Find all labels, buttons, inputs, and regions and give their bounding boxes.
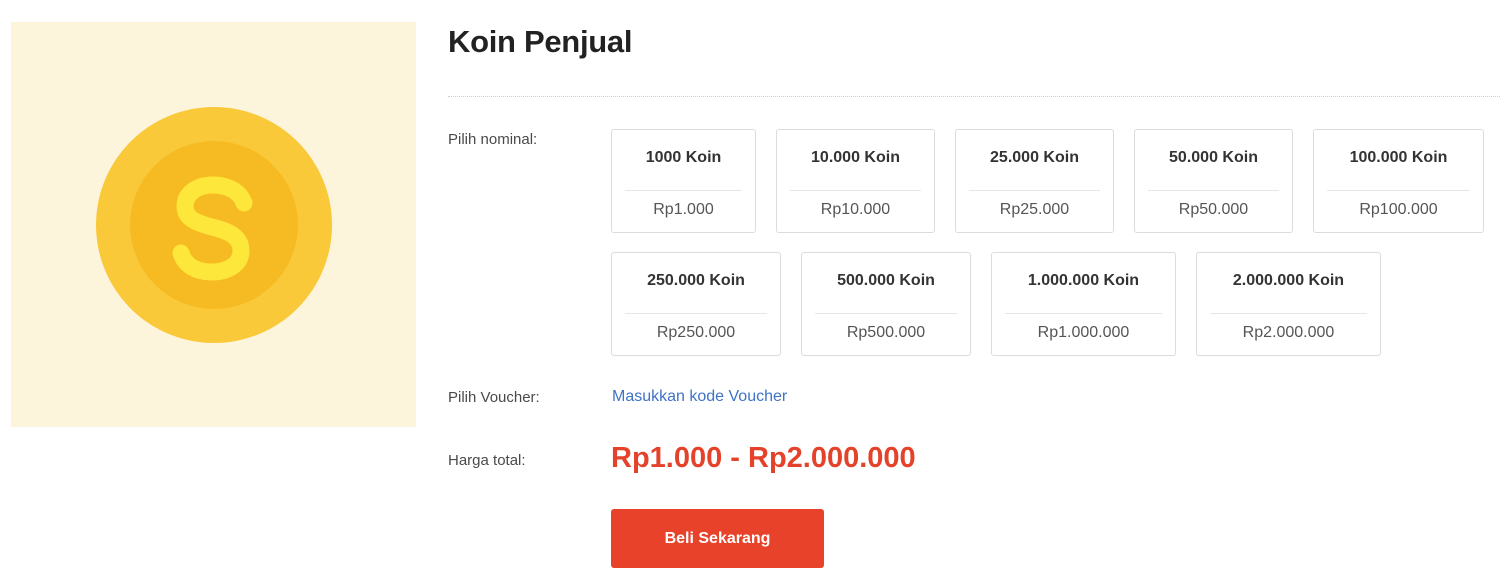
product-image: [11, 22, 416, 427]
coin-s-icon: [96, 107, 332, 343]
total-label: Harga total:: [448, 452, 526, 469]
option-divider: [815, 313, 957, 314]
nominal-option-500000[interactable]: 500.000 Koin Rp500.000: [801, 252, 971, 356]
voucher-code-link[interactable]: Masukkan kode Voucher: [612, 388, 787, 406]
option-name: 50.000 Koin: [1169, 149, 1258, 166]
nominal-option-1000[interactable]: 1000 Koin Rp1.000: [611, 129, 756, 233]
nominal-option-250000[interactable]: 250.000 Koin Rp250.000: [611, 252, 781, 356]
option-price: Rp1.000.000: [1037, 324, 1130, 341]
nominal-option-1000000[interactable]: 1.000.000 Koin Rp1.000.000: [991, 252, 1176, 356]
option-name: 500.000 Koin: [837, 272, 935, 289]
option-price: Rp10.000: [820, 201, 891, 218]
option-divider: [1327, 190, 1470, 191]
nominal-label: Pilih nominal:: [448, 131, 538, 148]
option-price: Rp1.000: [653, 201, 714, 218]
option-divider: [1148, 190, 1279, 191]
nominal-option-50000[interactable]: 50.000 Koin Rp50.000: [1134, 129, 1293, 233]
option-name: 10.000 Koin: [811, 149, 900, 166]
nominal-option-100000[interactable]: 100.000 Koin Rp100.000: [1313, 129, 1484, 233]
buy-now-button[interactable]: Beli Sekarang: [611, 509, 824, 568]
nominal-option-2000000[interactable]: 2.000.000 Koin Rp2.000.000: [1196, 252, 1381, 356]
nominal-option-10000[interactable]: 10.000 Koin Rp10.000: [776, 129, 935, 233]
product-title: Koin Penjual: [448, 24, 633, 59]
option-name: 250.000 Koin: [647, 272, 745, 289]
title-divider: [448, 96, 1500, 97]
option-divider: [625, 313, 767, 314]
option-name: 100.000 Koin: [1349, 149, 1448, 166]
option-price: Rp500.000: [846, 324, 926, 341]
option-price: Rp100.000: [1359, 201, 1438, 218]
option-price: Rp25.000: [999, 201, 1070, 218]
option-price: Rp250.000: [656, 324, 736, 341]
option-divider: [790, 190, 921, 191]
nominal-option-25000[interactable]: 25.000 Koin Rp25.000: [955, 129, 1114, 233]
voucher-label: Pilih Voucher:: [448, 389, 540, 406]
option-name: 1000 Koin: [645, 149, 722, 166]
option-price: Rp2.000.000: [1242, 324, 1335, 341]
option-name: 2.000.000 Koin: [1232, 272, 1345, 289]
option-divider: [1210, 313, 1367, 314]
option-divider: [625, 190, 742, 191]
total-price: Rp1.000 - Rp2.000.000: [611, 442, 916, 474]
option-price: Rp50.000: [1178, 201, 1249, 218]
option-divider: [1005, 313, 1162, 314]
option-divider: [969, 190, 1100, 191]
option-name: 1.000.000 Koin: [1027, 272, 1140, 289]
option-name: 25.000 Koin: [990, 149, 1079, 166]
